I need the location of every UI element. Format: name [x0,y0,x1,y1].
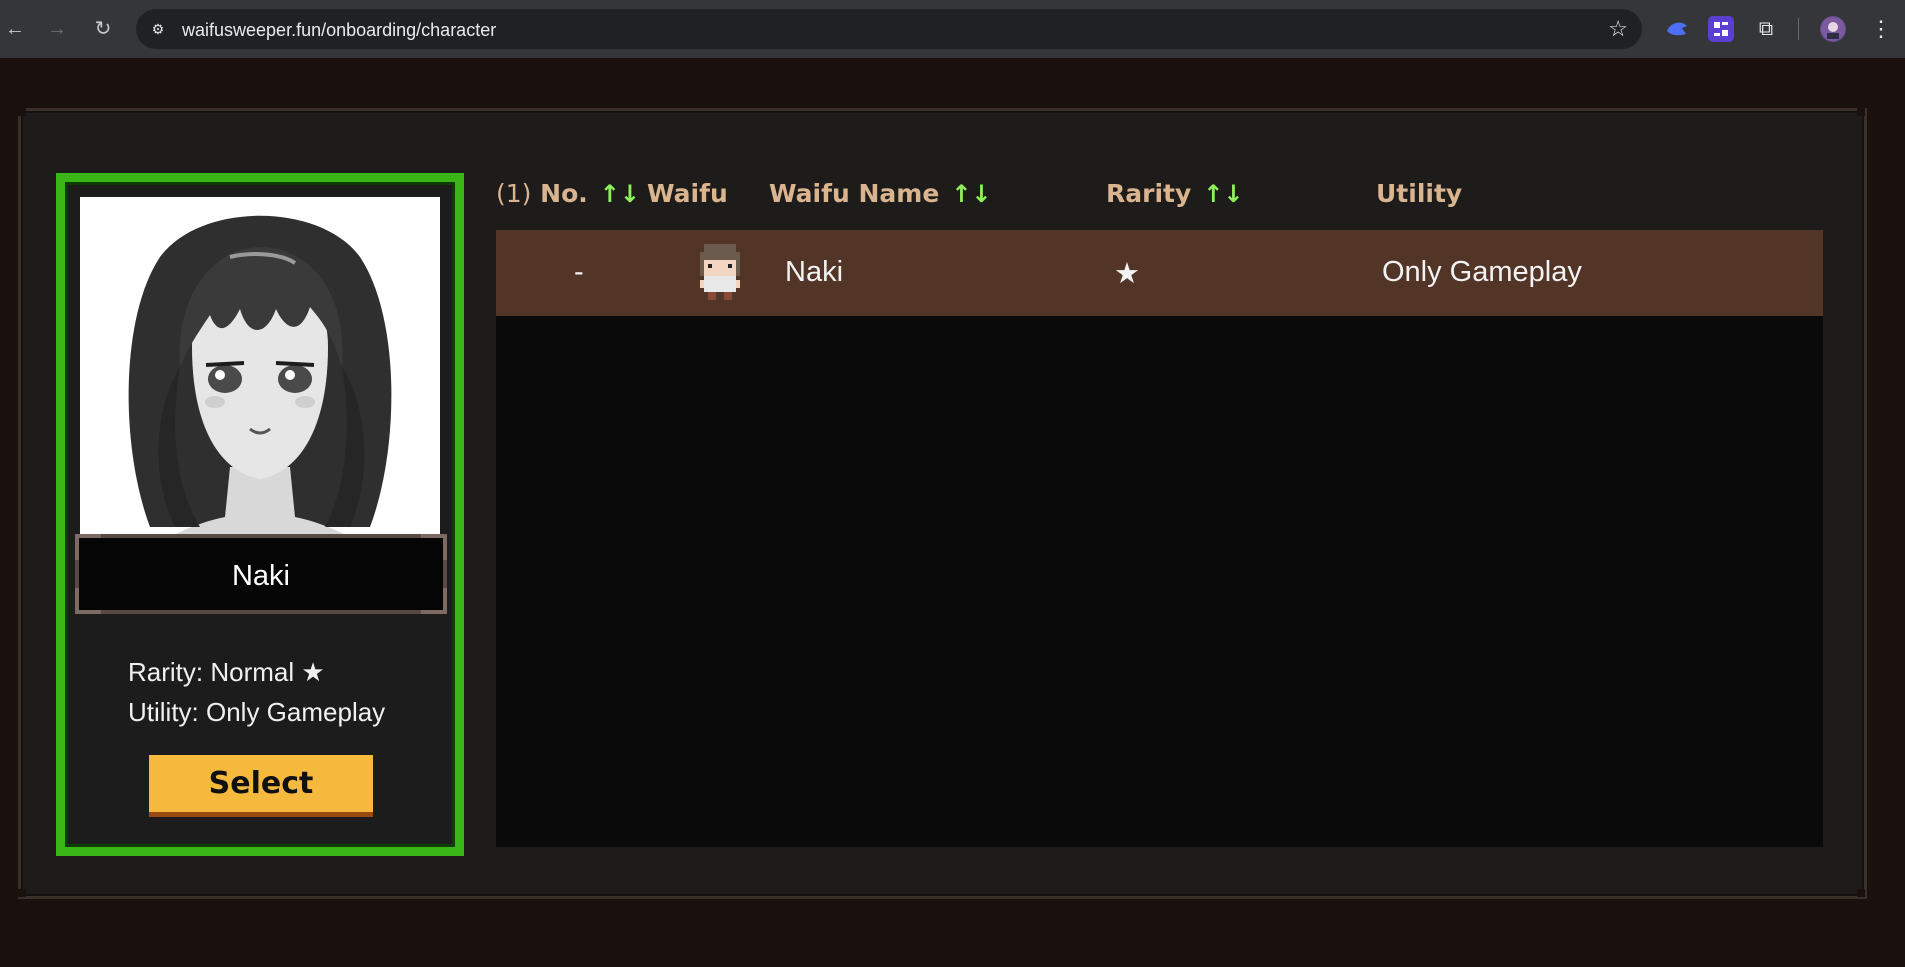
column-rarity[interactable]: Rarity ↑↓ [1106,179,1244,208]
address-bar[interactable]: ⚙ waifusweeper.fun/onboarding/character … [136,9,1642,49]
column-name[interactable]: Waifu Name ↑↓ [769,179,992,208]
waifu-sprite-icon [688,240,752,304]
column-name-label: Waifu Name [769,179,940,208]
character-nameplate: Naki [75,534,447,614]
column-no-label: No. [540,179,588,208]
character-card: Naki Rarity: Normal ★ Utility: Only Game… [56,173,464,856]
frame-corner [18,108,26,116]
row-name: Naki [785,256,844,288]
select-button[interactable]: Select [149,755,373,817]
url-text[interactable]: waifusweeper.fun/onboarding/character [182,20,496,41]
extensions-icon[interactable]: ⧉ [1753,16,1779,42]
extension-puzzle-app-icon[interactable] [1708,16,1734,42]
browser-toolbar: ← → ↻ ⚙ waifusweeper.fun/onboarding/char… [0,0,1905,58]
column-utility: Utility [1376,179,1462,208]
sort-rarity-icon[interactable]: ↑↓ [1203,180,1243,208]
reload-icon[interactable]: ↻ [88,14,118,44]
column-waifu: Waifu [647,179,728,208]
frame-corner [1857,889,1865,897]
sort-name-icon[interactable]: ↑↓ [951,180,991,208]
table-header: (1) No. ↑↓ Waifu Waifu Name ↑↓ Rarity ↑↓ Ut… [496,165,1823,230]
site-info-icon[interactable]: ⚙ [148,19,168,39]
result-count: (1) [496,179,532,208]
row-utility: Only Gameplay [1382,256,1582,288]
rarity-star-icon: ★ [301,657,325,687]
toolbar-divider [1798,18,1799,40]
character-portrait [80,197,440,537]
back-icon[interactable]: ← [0,14,30,44]
forward-icon[interactable]: → [42,14,72,44]
column-no[interactable]: (1) No. ↑↓ [496,179,640,208]
character-name: Naki [231,560,290,592]
row-rarity-star-icon: ★ [1114,258,1140,290]
browser-menu-icon[interactable]: ⋮ [1868,16,1894,42]
column-utility-label: Utility [1376,179,1463,208]
nameplate-corner [421,534,447,560]
rarity-text: Rarity: Normal [128,657,295,687]
frame-corner [18,889,26,897]
row-no: - [574,256,584,288]
rarity-line: Rarity: Normal ★ [128,652,385,692]
character-table: (1) No. ↑↓ Waifu Waifu Name ↑↓ Rarity ↑↓ Ut… [496,165,1823,847]
column-waifu-label: Waifu [647,179,728,208]
table-row[interactable]: - Naki ★ Only Gameplay [496,230,1823,316]
column-rarity-label: Rarity [1106,179,1192,208]
sort-no-icon[interactable]: ↑↓ [600,180,640,208]
nameplate-corner [75,534,101,560]
profile-avatar-icon[interactable] [1820,16,1846,42]
extension-bird-icon[interactable] [1664,16,1690,42]
frame-corner [1857,108,1865,116]
character-stats: Rarity: Normal ★ Utility: Only Gameplay [128,652,385,732]
utility-line: Utility: Only Gameplay [128,697,386,727]
bookmark-star-icon[interactable]: ☆ [1608,17,1628,41]
table-body: - Naki ★ Only Gameplay [496,230,1823,847]
